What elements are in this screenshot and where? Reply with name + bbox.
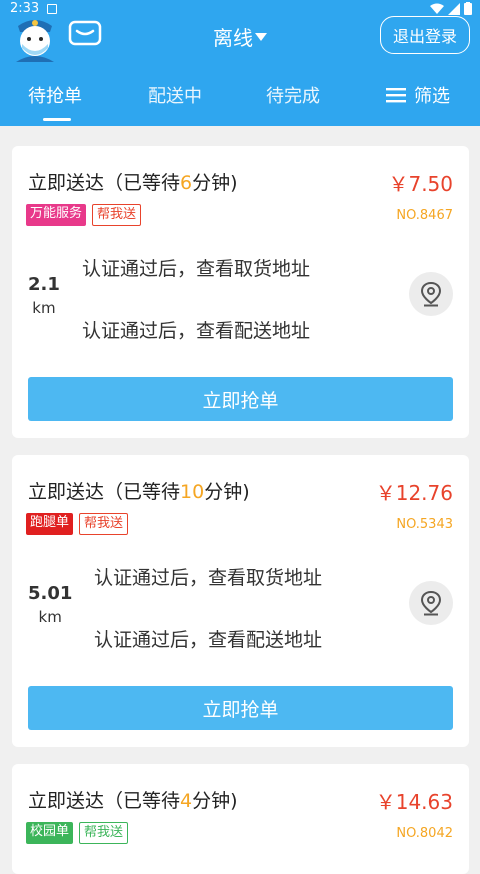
order-tags: 跑腿单 帮我送 — [26, 513, 129, 535]
order-number: NO.8467 — [396, 208, 453, 223]
tab-to-complete[interactable]: 待完成 — [266, 82, 320, 108]
caret-down-icon — [255, 32, 267, 41]
location-pin-icon — [420, 590, 442, 616]
grab-order-button[interactable]: 立即抢单 — [28, 377, 453, 421]
location-pin-icon — [420, 281, 442, 307]
order-title: 立即送达（已等待4分钟) — [28, 786, 238, 813]
tab-pending-grab[interactable]: 待抢单 — [28, 82, 82, 108]
filter-label: 筛选 — [414, 86, 450, 107]
order-card: 立即送达（已等待4分钟) ￥14.63 校园单 帮我送 NO.8042 — [12, 764, 469, 874]
service-badge: 帮我送 — [79, 822, 129, 844]
order-type-badge: 跑腿单 — [26, 513, 74, 535]
order-number: NO.5343 — [396, 517, 453, 532]
order-title-prefix: 立即送达（已等待 — [28, 790, 181, 812]
wait-minutes: 4 — [180, 790, 193, 812]
distance: 2.1 km — [28, 274, 60, 317]
service-badge: 帮我送 — [92, 204, 142, 226]
order-title: 立即送达（已等待6分钟) — [28, 168, 238, 195]
order-tabs: 待抢单 配送中 待完成 筛选 — [0, 78, 480, 126]
navigation-button[interactable] — [409, 581, 453, 625]
service-badge: 帮我送 — [79, 513, 129, 535]
tab-delivering[interactable]: 配送中 — [148, 82, 202, 108]
order-title-prefix: 立即送达（已等待 — [28, 172, 181, 194]
wifi-icon — [430, 3, 444, 14]
status-icons — [430, 2, 472, 15]
pickup-address: 认证通过后，查看取货地址 — [82, 258, 311, 280]
order-type-badge: 校园单 — [26, 822, 74, 844]
filter-button[interactable]: 筛选 — [386, 82, 450, 108]
active-tab-indicator — [43, 118, 71, 121]
order-price: ￥7.50 — [388, 172, 453, 196]
grab-order-button[interactable]: 立即抢单 — [28, 686, 453, 730]
avatar[interactable] — [12, 12, 58, 62]
distance-value: 5.01 — [28, 583, 73, 604]
order-title-suffix: 分钟) — [192, 790, 238, 812]
signal-icon — [448, 2, 460, 15]
navigation-button[interactable] — [409, 272, 453, 316]
wait-minutes: 10 — [180, 481, 205, 503]
order-price: ￥14.63 — [375, 790, 453, 814]
delivery-address: 认证通过后，查看配送地址 — [94, 629, 323, 651]
order-title-suffix: 分钟) — [204, 481, 250, 503]
order-title-suffix: 分钟) — [192, 172, 238, 194]
order-tags: 校园单 帮我送 — [26, 822, 129, 844]
wait-minutes: 6 — [180, 172, 193, 194]
distance-unit: km — [32, 299, 56, 317]
order-type-badge: 万能服务 — [26, 204, 87, 226]
distance-unit: km — [38, 608, 62, 626]
distance-value: 2.1 — [28, 274, 60, 295]
logout-button[interactable]: 退出登录 — [380, 16, 470, 54]
order-card: 立即送达（已等待6分钟) ￥7.50 万能服务 帮我送 NO.8467 2.1 … — [12, 146, 469, 438]
online-status-dropdown[interactable]: 离线 — [200, 22, 280, 51]
order-price: ￥12.76 — [375, 481, 453, 505]
menu-icon — [386, 88, 406, 103]
order-number: NO.8042 — [396, 826, 453, 841]
delivery-address: 认证通过后，查看配送地址 — [82, 320, 311, 342]
order-card: 立即送达（已等待10分钟) ￥12.76 跑腿单 帮我送 NO.5343 5.0… — [12, 455, 469, 747]
order-title: 立即送达（已等待10分钟) — [28, 477, 250, 504]
order-tags: 万能服务 帮我送 — [26, 204, 142, 226]
app-header: 2:33 离线 退出登录 待抢单 配送中 待完成 筛选 — [0, 0, 480, 126]
order-title-prefix: 立即送达（已等待 — [28, 481, 181, 503]
battery-icon — [464, 2, 472, 15]
online-status-label: 离线 — [213, 26, 253, 50]
pickup-address: 认证通过后，查看取货地址 — [94, 567, 323, 589]
message-icon[interactable] — [68, 20, 102, 46]
distance: 5.01 km — [28, 583, 72, 626]
